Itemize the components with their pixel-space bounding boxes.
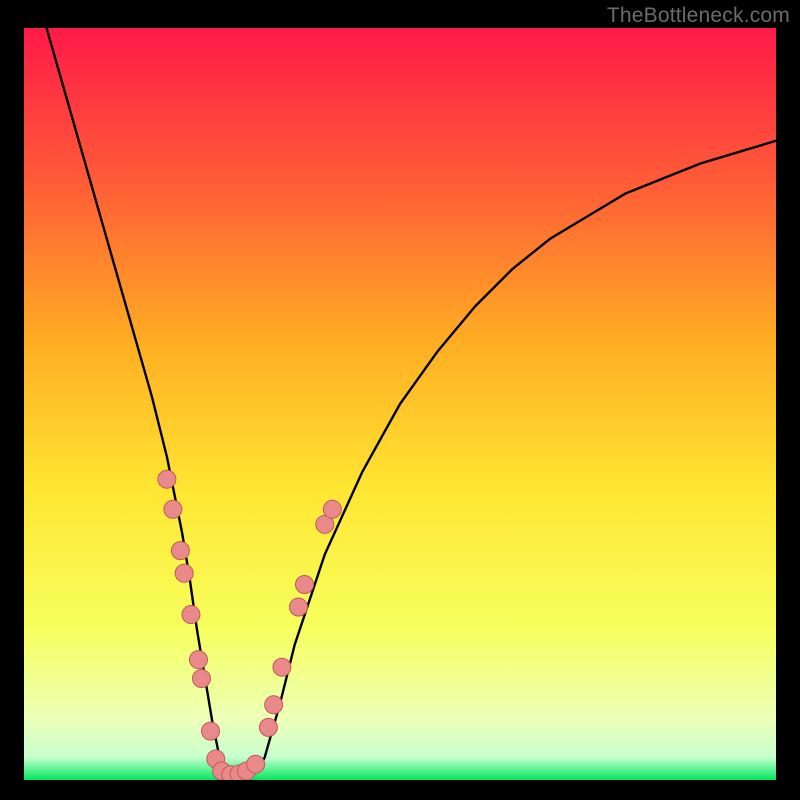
sample-dot — [192, 669, 210, 687]
sample-dot — [202, 722, 220, 740]
sample-dot — [247, 755, 265, 773]
sample-dot — [171, 542, 189, 560]
sample-dot — [175, 564, 193, 582]
sample-dot — [164, 500, 182, 518]
bottleneck-chart — [24, 28, 776, 780]
sample-dot — [265, 696, 283, 714]
chart-frame — [24, 28, 776, 780]
sample-dot — [182, 606, 200, 624]
sample-dot — [189, 651, 207, 669]
sample-dot — [289, 598, 307, 616]
sample-dot — [273, 658, 291, 676]
sample-dot — [323, 500, 341, 518]
sample-dot — [296, 575, 314, 593]
sample-dot — [158, 470, 176, 488]
watermark-text: TheBottleneck.com — [607, 4, 790, 28]
sample-dot — [259, 718, 277, 736]
